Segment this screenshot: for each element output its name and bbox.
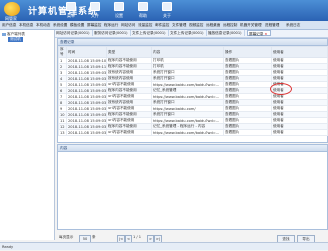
menu-item[interactable]: 模板设置 (70, 21, 84, 29)
menu-item[interactable]: 邮件监控 (155, 21, 169, 29)
menu-item[interactable]: 远程桌面 (206, 21, 220, 29)
per-page-label: 每页显示 (59, 235, 74, 239)
table-cell: https://www.baidu.com/baidu?wd=... (151, 129, 224, 136)
menu-item[interactable]: 网站访问 (121, 21, 135, 29)
table-cell: 使用者 (271, 129, 328, 136)
menu-item[interactable]: 系统设置 (53, 21, 67, 29)
app-header: 网管家 计算机管理系统 菜单 文件 设置 帮助 关于 (0, 0, 328, 21)
column-header[interactable]: 使用者 (271, 46, 328, 58)
gear-icon (114, 2, 124, 11)
computer-icon (2, 32, 6, 36)
menu-item[interactable]: 远程控制 (223, 21, 237, 29)
info-icon (162, 2, 172, 11)
logo-icon (4, 2, 20, 16)
table-cell: url内容不能使用 (106, 129, 152, 136)
help-icon (138, 2, 148, 11)
menu-item[interactable]: 本机动态 (36, 21, 50, 29)
toolbar-about-button[interactable]: 关于 (156, 2, 178, 20)
panel-title: 查看记录 (58, 39, 327, 46)
toolbar-menu-button[interactable]: 菜单 (60, 2, 82, 20)
column-header[interactable]: 类型 (106, 46, 152, 58)
toolbar-help-button[interactable]: 帮助 (132, 2, 154, 20)
menu-item[interactable]: 机器开关管理 (240, 21, 262, 29)
column-header[interactable]: 内容 (151, 46, 224, 58)
menu-item[interactable]: 用户信息 (2, 21, 16, 29)
menu-item[interactable]: 程序运行 (104, 21, 118, 29)
column-header[interactable]: 操作 (223, 46, 272, 58)
view-image-link[interactable]: 查看图片 (223, 129, 272, 136)
menu-item[interactable]: 进程管理 (265, 21, 279, 29)
tab-screen-record[interactable]: 屏幕记录× (247, 30, 271, 36)
tab-file-upload[interactable]: 文件上传记录(0001) (131, 30, 169, 36)
menu-item[interactable]: 屏幕监控 (87, 21, 101, 29)
content-panel: 内容 (57, 144, 328, 230)
tab-service-access[interactable]: 服务访问记录(0001) (93, 30, 131, 36)
sidebar: 客户端列表 测试机 (0, 30, 55, 240)
tab-play-info[interactable]: 播放信息记录(0001) (207, 30, 245, 36)
per-page-unit: 条 (92, 235, 96, 239)
highlight-circle (270, 83, 292, 95)
menu-icon (66, 2, 76, 11)
records-panel: 查看记录 序号 时间 类型 内容 操作 使用者 1 2018-11-08 15:0… (57, 38, 328, 143)
menu-item[interactable]: 视频监控 (189, 21, 203, 29)
menu-bar: 用户信息 本机信息 本机动态 系统设置 模板设置 屏幕监控 程序运行 网站访问 … (0, 21, 328, 38)
page-info: 1 / 1 (133, 235, 142, 239)
tab-file-upload-2[interactable]: 文件上传记录(0001) (169, 30, 207, 36)
content-title: 内容 (58, 145, 327, 152)
toolbar-file-button[interactable]: 文件 (84, 2, 106, 20)
sub-tab-bar: 网址访问记录(0001) 服务访问记录(0001) 文件上传记录(0001) 文… (55, 30, 328, 38)
folder-icon (90, 2, 100, 11)
table-header-row: 序号 时间 类型 内容 操作 使用者 (58, 46, 328, 58)
tab-url-access[interactable]: 网址访问记录(0001) (55, 30, 93, 36)
tree-item-client[interactable]: 测试机 (8, 37, 23, 42)
menu-item[interactable]: 系统日志 (286, 21, 300, 29)
menu-item[interactable]: 文件管理 (172, 21, 186, 29)
menu-item[interactable]: 流量监控 (138, 21, 152, 29)
menu-item[interactable]: 本机信息 (19, 21, 33, 29)
table-row[interactable]: 13 2018-11-08 15:09:03 url内容不能使用 https://ww… (58, 129, 328, 136)
status-bar: Ready (0, 242, 328, 250)
table-cell: 2018-11-08 15:09:03 (66, 129, 107, 136)
close-icon[interactable]: × (264, 32, 267, 36)
table-cell: 13 (58, 129, 67, 136)
pager: 每页显示 50 条 |< < 1 / 1 > >| 查找 导出 (57, 234, 326, 243)
column-header[interactable]: 时间 (66, 46, 107, 58)
toolbar-settings-button[interactable]: 设置 (108, 2, 130, 20)
column-header[interactable]: 序号 (58, 46, 67, 58)
